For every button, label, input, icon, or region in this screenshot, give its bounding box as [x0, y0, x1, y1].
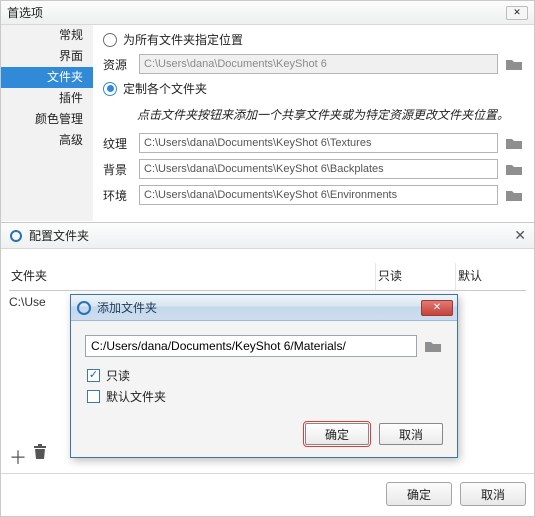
resource-label: 资源	[103, 56, 133, 73]
radio-each-label: 定制各个文件夹	[123, 80, 207, 97]
preferences-content: 为所有文件夹指定位置 资源 C:\Users\dana\Documents\Ke…	[93, 25, 534, 221]
add-folder-dialog: 添加文件夹 ✕ 只读 默认文件夹 确定 取消	[70, 294, 458, 458]
folder-icon[interactable]	[504, 187, 524, 203]
readonly-checkbox[interactable]: 只读	[87, 367, 443, 384]
dialog-title: 添加文件夹	[97, 299, 157, 316]
folder-icon[interactable]	[504, 161, 524, 177]
radio-icon	[103, 82, 117, 96]
radio-icon	[103, 33, 117, 47]
background-label: 背景	[103, 161, 133, 178]
textures-path[interactable]: C:\Users\dana\Documents\KeyShot 6\Textur…	[139, 133, 498, 153]
folder-path-input[interactable]	[85, 335, 417, 357]
folder-icon[interactable]	[504, 56, 524, 72]
resource-path: C:\Users\dana\Documents\KeyShot 6	[139, 54, 498, 74]
ok-button[interactable]: 确定	[386, 482, 452, 506]
radio-all-label: 为所有文件夹指定位置	[123, 31, 243, 48]
folder-icon[interactable]	[504, 135, 524, 151]
col-readonly[interactable]: 只读	[376, 263, 456, 290]
dialog-body: 只读 默认文件夹 确定 取消	[71, 321, 457, 457]
env-path[interactable]: C:\Users\dana\Documents\KeyShot 6\Enviro…	[139, 185, 498, 205]
config-title: 配置文件夹	[29, 227, 89, 244]
divider	[1, 473, 534, 474]
default-checkbox[interactable]: 默认文件夹	[87, 388, 443, 405]
preferences-window: 首选项 ✕ 常规 界面 文件夹 插件 颜色管理 高级 为所有文件夹指定位置 资源…	[0, 0, 535, 222]
path-row	[85, 335, 443, 357]
cancel-button[interactable]: 取消	[460, 482, 526, 506]
preferences-title: 首选项	[7, 4, 43, 21]
config-header: 配置文件夹 ✕	[1, 223, 534, 249]
readonly-label: 只读	[106, 367, 130, 384]
env-row: 环境 C:\Users\dana\Documents\KeyShot 6\Env…	[103, 185, 524, 205]
close-icon[interactable]: ✕	[421, 300, 453, 316]
checkbox-icon	[87, 390, 100, 403]
checkbox-icon	[87, 369, 100, 382]
resource-row: 资源 C:\Users\dana\Documents\KeyShot 6	[103, 54, 524, 74]
sidebar-item-folders[interactable]: 文件夹	[1, 67, 93, 88]
ok-button[interactable]: 确定	[305, 423, 369, 445]
sidebar-item-general[interactable]: 常规	[1, 25, 93, 46]
sidebar-item-interface[interactable]: 界面	[1, 46, 93, 67]
radio-all-folders[interactable]: 为所有文件夹指定位置	[103, 31, 524, 48]
sidebar-item-color[interactable]: 颜色管理	[1, 109, 93, 130]
env-label: 环境	[103, 187, 133, 204]
col-default[interactable]: 默认	[456, 263, 526, 290]
preferences-titlebar: 首选项 ✕	[1, 1, 534, 25]
close-icon[interactable]: ✕	[514, 227, 526, 244]
config-icon	[9, 229, 23, 243]
delete-icon[interactable]	[33, 444, 47, 470]
textures-label: 纹理	[103, 135, 133, 152]
sidebar-item-plugins[interactable]: 插件	[1, 88, 93, 109]
dialog-buttons: 确定 取消	[85, 423, 443, 445]
col-folder[interactable]: 文件夹	[9, 263, 376, 290]
folder-icon[interactable]	[423, 338, 443, 354]
background-row: 背景 C:\Users\dana\Documents\KeyShot 6\Bac…	[103, 159, 524, 179]
config-columns: 文件夹 只读 默认	[9, 263, 526, 291]
preferences-body: 常规 界面 文件夹 插件 颜色管理 高级 为所有文件夹指定位置 资源 C:\Us…	[1, 25, 534, 221]
cancel-button[interactable]: 取消	[379, 423, 443, 445]
close-icon[interactable]: ✕	[506, 6, 528, 20]
sidebar-item-advanced[interactable]: 高级	[1, 130, 93, 151]
textures-row: 纹理 C:\Users\dana\Documents\KeyShot 6\Tex…	[103, 133, 524, 153]
background-path[interactable]: C:\Users\dana\Documents\KeyShot 6\Backpl…	[139, 159, 498, 179]
dialog-titlebar[interactable]: 添加文件夹 ✕	[71, 295, 457, 321]
dialog-icon	[77, 301, 91, 315]
hint-text: 点击文件夹按钮来添加一个共享文件夹或为特定资源更改文件夹位置。	[103, 103, 524, 133]
radio-each-folder[interactable]: 定制各个文件夹	[103, 80, 524, 97]
default-label: 默认文件夹	[106, 388, 166, 405]
add-icon[interactable]: ＋	[9, 444, 27, 470]
list-toolbar: ＋	[9, 444, 47, 470]
sidebar: 常规 界面 文件夹 插件 颜色管理 高级	[1, 25, 93, 221]
config-buttons: 确定 取消	[386, 482, 526, 506]
